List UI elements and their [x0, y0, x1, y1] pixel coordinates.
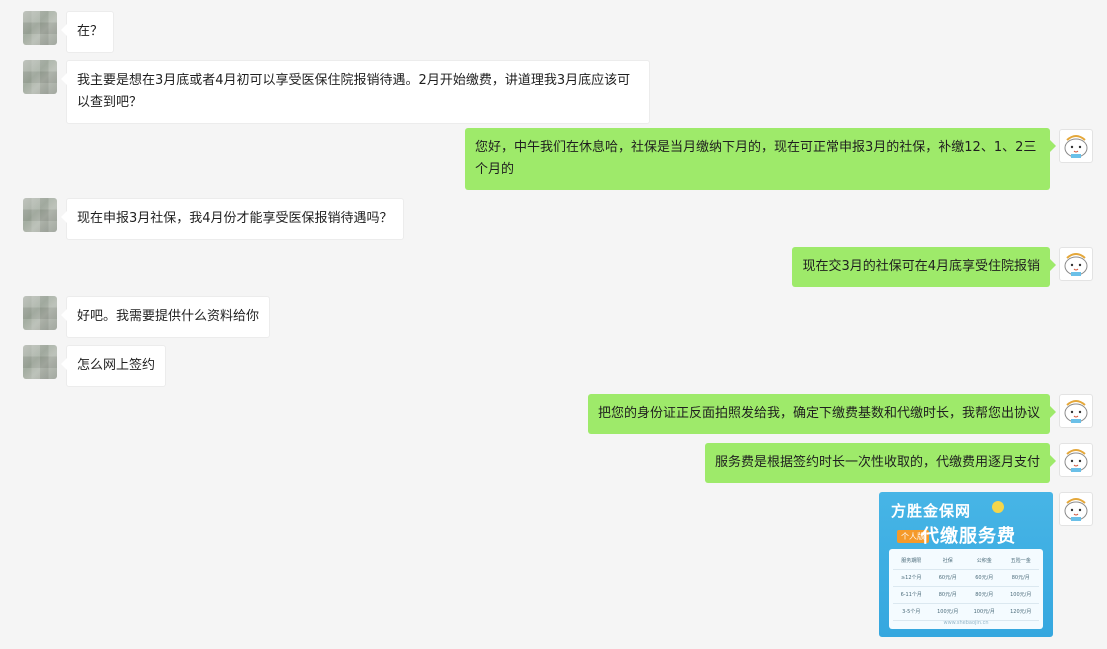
- fee-table-header-cell: 公积金: [976, 558, 992, 564]
- fee-table-cell: 6-11个月: [900, 592, 922, 598]
- own-avatar[interactable]: [1059, 443, 1093, 477]
- fee-table-row: ≥12个月 60元/月 60元/月 80元/月: [893, 570, 1039, 587]
- message-bubble-incoming: 好吧。我需要提供什么资料给你: [60, 296, 271, 338]
- contact-avatar[interactable]: [23, 11, 57, 45]
- coin-icon: [992, 501, 1004, 513]
- own-avatar[interactable]: [1059, 129, 1093, 163]
- fee-table-header-cell: 五险一金: [1010, 558, 1031, 564]
- fee-table-header-cell: 服务期限: [901, 558, 922, 564]
- fee-table-row: 3-5个月 100元/月 100元/月 120元/月: [893, 604, 1039, 621]
- message-bubble-outgoing: 把您的身份证正反面拍照发给我，确定下缴费基数和代缴时长，我帮您出协议: [587, 394, 1057, 434]
- cartoon-avatar-icon: [1064, 135, 1088, 158]
- cartoon-avatar-icon: [1064, 400, 1088, 423]
- cartoon-avatar-icon: [1064, 498, 1088, 521]
- message-bubble-outgoing: 您好，中午我们在休息哈，社保是当月缴纳下月的，现在可正常申报3月的社保，补缴12…: [465, 128, 1056, 190]
- fee-table-cell: 80元/月: [975, 592, 994, 598]
- contact-avatar[interactable]: [23, 60, 57, 94]
- fee-table-header-cell: 社保: [942, 558, 953, 564]
- image-title: 方胜金保网: [891, 502, 972, 520]
- own-avatar[interactable]: [1059, 247, 1093, 281]
- image-message-service-fee[interactable]: 方胜金保网 个人版 代缴服务费 服务期限 社保 公积金 五险一金 ≥12个月 6…: [879, 492, 1053, 637]
- fee-table-cell: ≥12个月: [900, 575, 922, 581]
- fee-table-cell: 60元/月: [975, 575, 994, 581]
- fee-table-cell: 3-5个月: [902, 609, 921, 615]
- message-bubble-incoming: 现在申报3月社保，我4月份才能享受医保报销待遇吗？: [61, 198, 404, 240]
- message-bubble-outgoing: 服务费是根据签约时长一次性收取的，代缴费用逐月支付: [704, 443, 1057, 483]
- contact-avatar[interactable]: [23, 345, 57, 379]
- site-url: www.shebaojin.cn: [943, 620, 989, 626]
- contact-avatar[interactable]: [23, 198, 57, 232]
- image-subtitle: 代缴服务费: [921, 526, 1016, 547]
- fee-table-cell: 60元/月: [938, 575, 957, 581]
- fee-table-cell: 120元/月: [1010, 609, 1032, 615]
- contact-avatar[interactable]: [23, 296, 57, 330]
- fee-table: 服务期限 社保 公积金 五险一金 ≥12个月 60元/月 60元/月 80元/月…: [889, 549, 1043, 629]
- fee-table-cell: 100元/月: [937, 609, 959, 615]
- cartoon-avatar-icon: [1064, 253, 1088, 276]
- own-avatar[interactable]: [1059, 492, 1093, 526]
- message-bubble-incoming: 在？: [60, 11, 115, 53]
- fee-table-cell: 100元/月: [1010, 592, 1032, 598]
- fee-table-cell: 80元/月: [1011, 575, 1030, 581]
- message-bubble-outgoing: 现在交3月的社保可在4月底享受住院报销: [792, 247, 1056, 287]
- fee-table-cell: 100元/月: [973, 609, 995, 615]
- message-bubble-incoming: 怎么网上签约: [60, 345, 167, 387]
- message-bubble-incoming: 我主要是想在3月底或者4月初可以享受医保住院报销待遇。2月开始缴费，讲道理我3月…: [61, 60, 650, 124]
- fee-table-cell: 80元/月: [938, 592, 957, 598]
- cartoon-avatar-icon: [1064, 449, 1088, 472]
- fee-table-header: 服务期限 社保 公积金 五险一金: [893, 553, 1039, 570]
- fee-table-row: 6-11个月 80元/月 80元/月 100元/月: [893, 587, 1039, 604]
- own-avatar[interactable]: [1059, 394, 1093, 428]
